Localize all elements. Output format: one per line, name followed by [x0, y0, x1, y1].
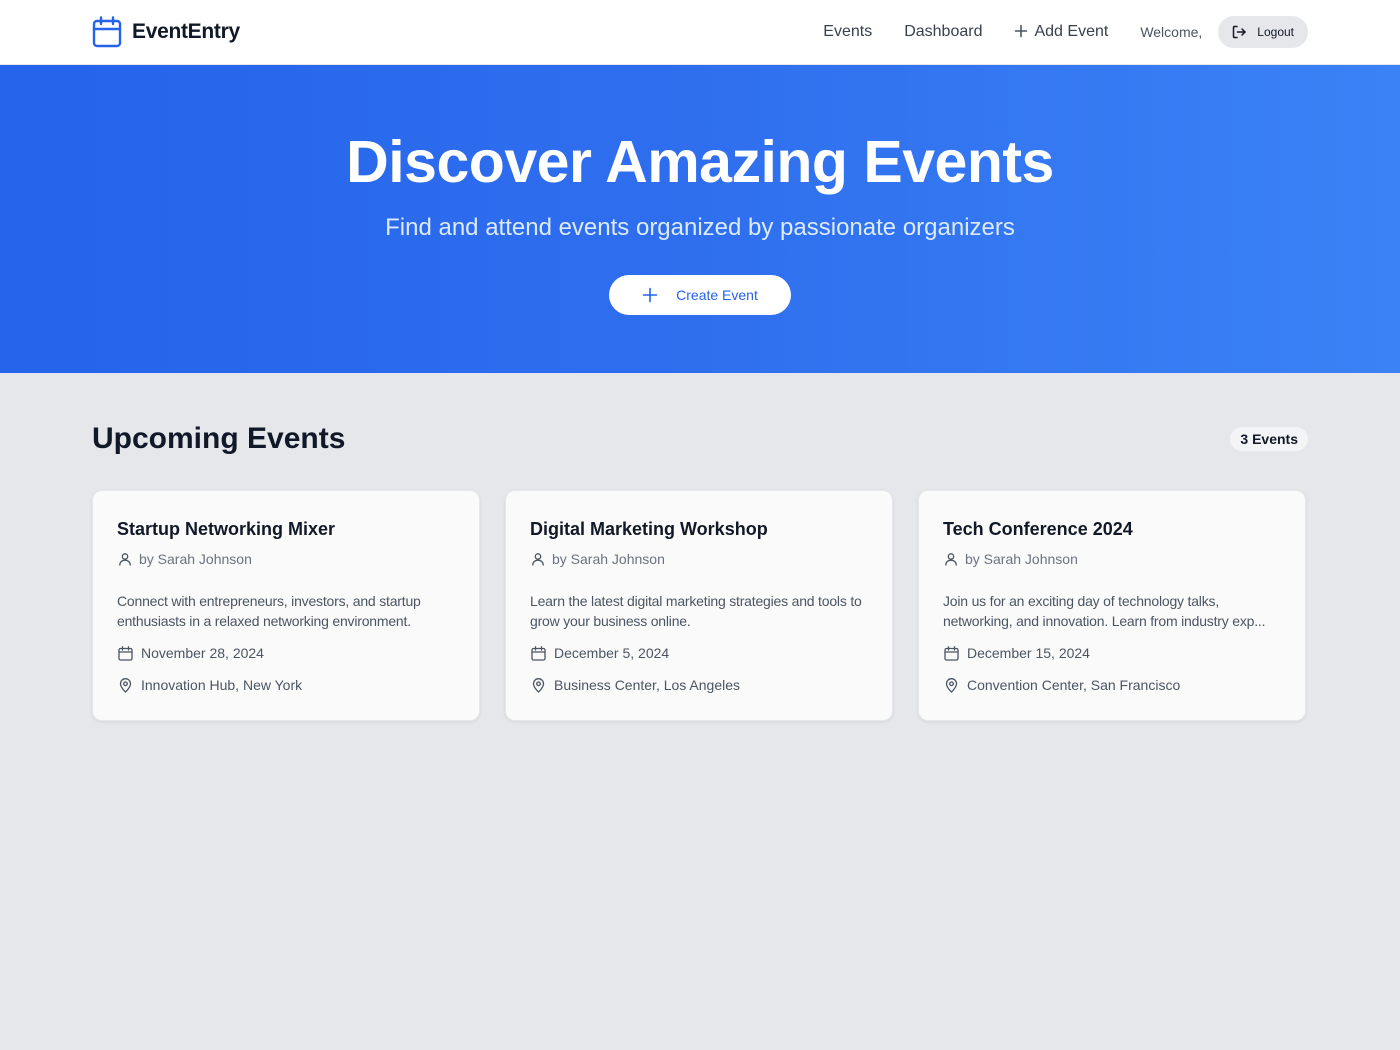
event-date-text: December 15, 2024 — [967, 645, 1090, 661]
event-title: Tech Conference 2024 — [943, 519, 1133, 539]
event-location-text: Innovation Hub, New York — [141, 677, 303, 693]
nav-add-event-label: Add Event — [1034, 23, 1109, 40]
nav-add-event-link[interactable]: Add Event — [1014, 23, 1108, 41]
user-icon — [530, 551, 546, 567]
top-header: EventEntry Events Dashboard Add Event We… — [0, 0, 1400, 65]
event-card[interactable]: Startup Networking Mixer by Sarah Johnso… — [92, 490, 480, 721]
event-title: Digital Marketing Workshop — [530, 519, 768, 539]
event-location-text: Convention Center, San Francisco — [967, 677, 1181, 693]
event-title: Startup Networking Mixer — [117, 519, 336, 539]
map-pin-icon — [943, 677, 959, 693]
section-header: Upcoming Events 3 Events — [92, 422, 1308, 455]
event-location: Innovation Hub, New York — [117, 675, 455, 695]
event-location: Convention Center, San Francisco — [943, 675, 1281, 695]
event-description: Join us for an exciting day of technolog… — [943, 593, 1266, 629]
event-card[interactable]: Tech Conference 2024 by Sarah Johnson Jo… — [918, 490, 1306, 721]
event-date: November 28, 2024 — [117, 643, 455, 663]
event-location: Business Center, Los Angeles — [530, 675, 868, 695]
brand-name: EventEntry — [132, 20, 240, 43]
organizer-name: by Sarah Johnson — [965, 551, 1078, 567]
plus-icon — [642, 287, 658, 303]
event-card[interactable]: Digital Marketing Workshop by Sarah John… — [505, 490, 893, 721]
event-card-grid: Startup Networking Mixer by Sarah Johnso… — [92, 490, 1308, 721]
organizer-name: by Sarah Johnson — [552, 551, 665, 567]
hero-subtitle: Find and attend events organized by pass… — [385, 214, 1015, 241]
user-icon — [943, 551, 959, 567]
event-description: Connect with entrepreneurs, investors, a… — [117, 593, 421, 629]
nav-events-link[interactable]: Events — [823, 23, 872, 41]
event-location-text: Business Center, Los Angeles — [554, 677, 741, 693]
calendar-icon — [943, 645, 959, 661]
user-icon — [117, 551, 133, 567]
hero-title: Discover Amazing Events — [346, 129, 1054, 195]
event-date-text: December 5, 2024 — [554, 645, 670, 661]
calendar-icon — [530, 645, 546, 661]
event-date: December 15, 2024 — [943, 643, 1281, 663]
event-organizer: by Sarah Johnson — [530, 549, 868, 569]
event-organizer: by Sarah Johnson — [117, 549, 455, 569]
logout-icon — [1231, 24, 1247, 40]
event-date-text: November 28, 2024 — [141, 645, 264, 661]
create-event-button[interactable]: Create Event — [609, 275, 791, 315]
logout-button[interactable]: Logout — [1218, 16, 1308, 48]
section-title: Upcoming Events — [92, 422, 346, 455]
event-date: December 5, 2024 — [530, 643, 868, 663]
main-nav: Events Dashboard Add Event Welcome, Logo… — [823, 16, 1308, 48]
brand-logo[interactable]: EventEntry — [92, 16, 240, 48]
calendar-icon — [117, 645, 133, 661]
map-pin-icon — [530, 677, 546, 693]
hero-banner: Discover Amazing Events Find and attend … — [0, 65, 1400, 373]
nav-dashboard-link[interactable]: Dashboard — [904, 23, 982, 41]
event-count-badge: 3 Events — [1230, 427, 1308, 451]
event-description: Learn the latest digital marketing strat… — [530, 593, 862, 629]
create-event-label: Create Event — [676, 287, 758, 303]
organizer-name: by Sarah Johnson — [139, 551, 252, 567]
main-content: Upcoming Events 3 Events Startup Network… — [0, 373, 1400, 721]
map-pin-icon — [117, 677, 133, 693]
event-organizer: by Sarah Johnson — [943, 549, 1281, 569]
calendar-icon — [92, 16, 122, 48]
welcome-text: Welcome, — [1140, 24, 1203, 40]
plus-icon — [1014, 23, 1028, 41]
logout-label: Logout — [1257, 25, 1294, 39]
